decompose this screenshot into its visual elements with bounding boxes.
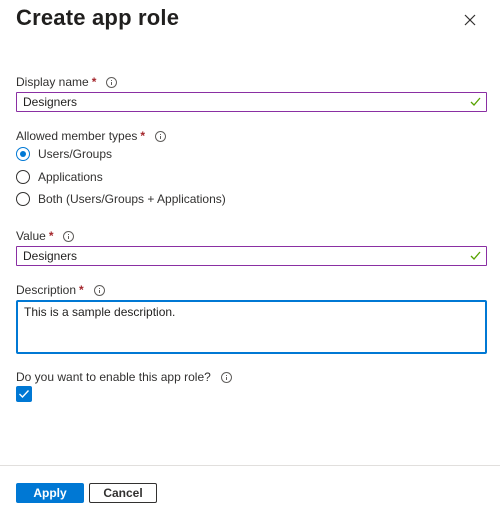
- radio-unselected-icon[interactable]: [16, 192, 30, 206]
- checkmark-icon: [19, 390, 30, 399]
- info-icon[interactable]: [220, 371, 232, 383]
- value-field: [16, 246, 487, 266]
- panel-title: Create app role: [16, 5, 180, 30]
- display-name-label-text: Display name: [16, 75, 89, 89]
- enable-checkbox[interactable]: [16, 386, 32, 402]
- checkmark-icon: [470, 97, 481, 106]
- member-types-label-text: Allowed member types: [16, 129, 138, 143]
- close-icon[interactable]: [462, 12, 478, 28]
- apply-button[interactable]: Apply: [16, 483, 84, 503]
- value-input[interactable]: [17, 247, 463, 265]
- radio-selected-icon[interactable]: [16, 147, 30, 161]
- value-label: Value *: [16, 229, 75, 243]
- required-marker: *: [48, 229, 54, 243]
- member-types-label: Allowed member types *: [16, 129, 167, 143]
- info-icon[interactable]: [63, 230, 75, 242]
- info-icon[interactable]: [155, 130, 167, 142]
- radio-applications[interactable]: Applications: [16, 170, 103, 184]
- required-marker: *: [91, 75, 97, 89]
- required-marker: *: [79, 283, 84, 297]
- enable-label-text: Do you want to enable this app role?: [16, 370, 211, 384]
- radio-label: Both (Users/Groups + Applications): [38, 192, 226, 206]
- description-textarea[interactable]: This is a sample description.: [18, 302, 485, 352]
- required-marker: *: [140, 129, 146, 143]
- info-icon[interactable]: [106, 76, 118, 88]
- display-name-field: [16, 92, 487, 112]
- cancel-button[interactable]: Cancel: [89, 483, 157, 503]
- info-icon[interactable]: [93, 284, 105, 296]
- radio-label: Applications: [38, 170, 103, 184]
- radio-users-groups[interactable]: Users/Groups: [16, 147, 112, 161]
- enable-label: Do you want to enable this app role?: [16, 370, 232, 384]
- value-label-text: Value: [16, 229, 46, 243]
- description-label-text: Description: [16, 283, 77, 297]
- display-name-input[interactable]: [17, 93, 463, 111]
- checkmark-icon: [470, 251, 481, 260]
- radio-label: Users/Groups: [38, 147, 113, 161]
- radio-unselected-icon[interactable]: [16, 170, 30, 184]
- radio-both[interactable]: Both (Users/Groups + Applications): [16, 192, 226, 206]
- footer-divider: [0, 465, 500, 466]
- display-name-label: Display name *: [16, 75, 118, 89]
- description-field: This is a sample description.: [16, 300, 487, 354]
- description-label: Description *: [16, 283, 105, 297]
